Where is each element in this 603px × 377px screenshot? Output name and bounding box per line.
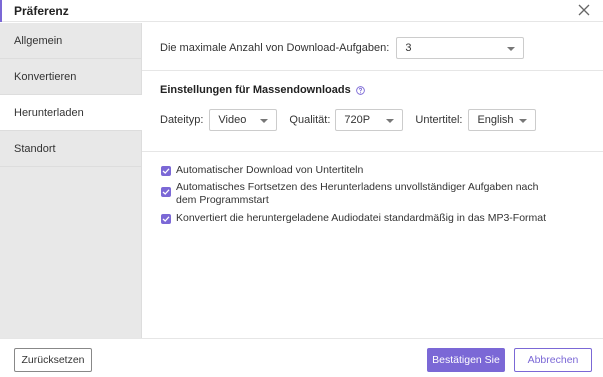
divider: [142, 70, 603, 71]
quality-value: 720P: [344, 114, 371, 126]
footer: Zurücksetzen Bestätigen Sie Abbrechen: [0, 338, 603, 377]
option-auto-resume: Automatisches Fortsetzen des Herunterlad…: [161, 181, 556, 207]
option-auto-subtitles: Automatischer Download von Untertiteln: [161, 164, 556, 177]
window-title: Präferenz: [14, 4, 69, 18]
quality-select[interactable]: 720P: [335, 109, 404, 131]
question-circle-icon[interactable]: [355, 85, 365, 95]
checkbox[interactable]: [161, 214, 171, 224]
download-tasks-label: Die maximale Anzahl von Download-Aufgabe…: [160, 42, 390, 54]
checkbox[interactable]: [161, 187, 171, 197]
sidebar-item-standort[interactable]: Standort: [0, 131, 141, 167]
subtitle-value: English: [477, 114, 514, 126]
title-accent-line: [0, 0, 2, 22]
option-label: Konvertiert die heruntergeladene Audioda…: [176, 212, 547, 224]
chevron-down-icon: [507, 47, 516, 51]
file-type-label: Dateityp:: [160, 114, 204, 126]
reset-button[interactable]: Zurücksetzen: [14, 348, 92, 372]
download-tasks-value: 3: [405, 42, 412, 54]
checkbox[interactable]: [161, 166, 171, 176]
divider: [142, 151, 603, 152]
confirm-button[interactable]: Bestätigen Sie: [427, 348, 505, 372]
sidebar: Allgemein Konvertieren Herunterladen Sta…: [0, 23, 142, 338]
chevron-down-icon: [260, 119, 269, 123]
chevron-down-icon: [386, 119, 395, 123]
close-icon[interactable]: [577, 3, 591, 17]
file-type-select[interactable]: Video: [209, 109, 278, 131]
option-label: Automatisches Fortsetzen des Herunterlad…: [176, 181, 539, 206]
download-tasks-select[interactable]: 3: [396, 37, 525, 59]
bulk-section-header: Einstellungen für Massendownloads: [160, 84, 365, 96]
subtitle-label: Untertitel:: [415, 114, 463, 126]
option-label: Automatischer Download von Untertiteln: [176, 164, 364, 176]
bulk-settings-row: Dateityp: Video Qualität: 720P Untertite…: [160, 109, 537, 131]
sidebar-item-konvertieren[interactable]: Konvertieren: [0, 59, 141, 95]
cancel-button[interactable]: Abbrechen: [514, 348, 592, 372]
settings-panel: Die maximale Anzahl von Download-Aufgabe…: [142, 23, 603, 338]
chevron-down-icon: [519, 119, 528, 123]
title-bar: Präferenz: [0, 0, 603, 22]
download-tasks-row: Die maximale Anzahl von Download-Aufgabe…: [160, 37, 525, 59]
option-convert-mp3: Konvertiert die heruntergeladene Audioda…: [161, 212, 556, 225]
bulk-section-title: Einstellungen für Massendownloads: [160, 84, 351, 96]
sidebar-item-allgemein[interactable]: Allgemein: [0, 23, 141, 59]
subtitle-select[interactable]: English: [468, 109, 537, 131]
quality-label: Qualität:: [289, 114, 331, 126]
file-type-value: Video: [218, 114, 247, 126]
sidebar-item-herunterladen[interactable]: Herunterladen: [0, 95, 142, 131]
